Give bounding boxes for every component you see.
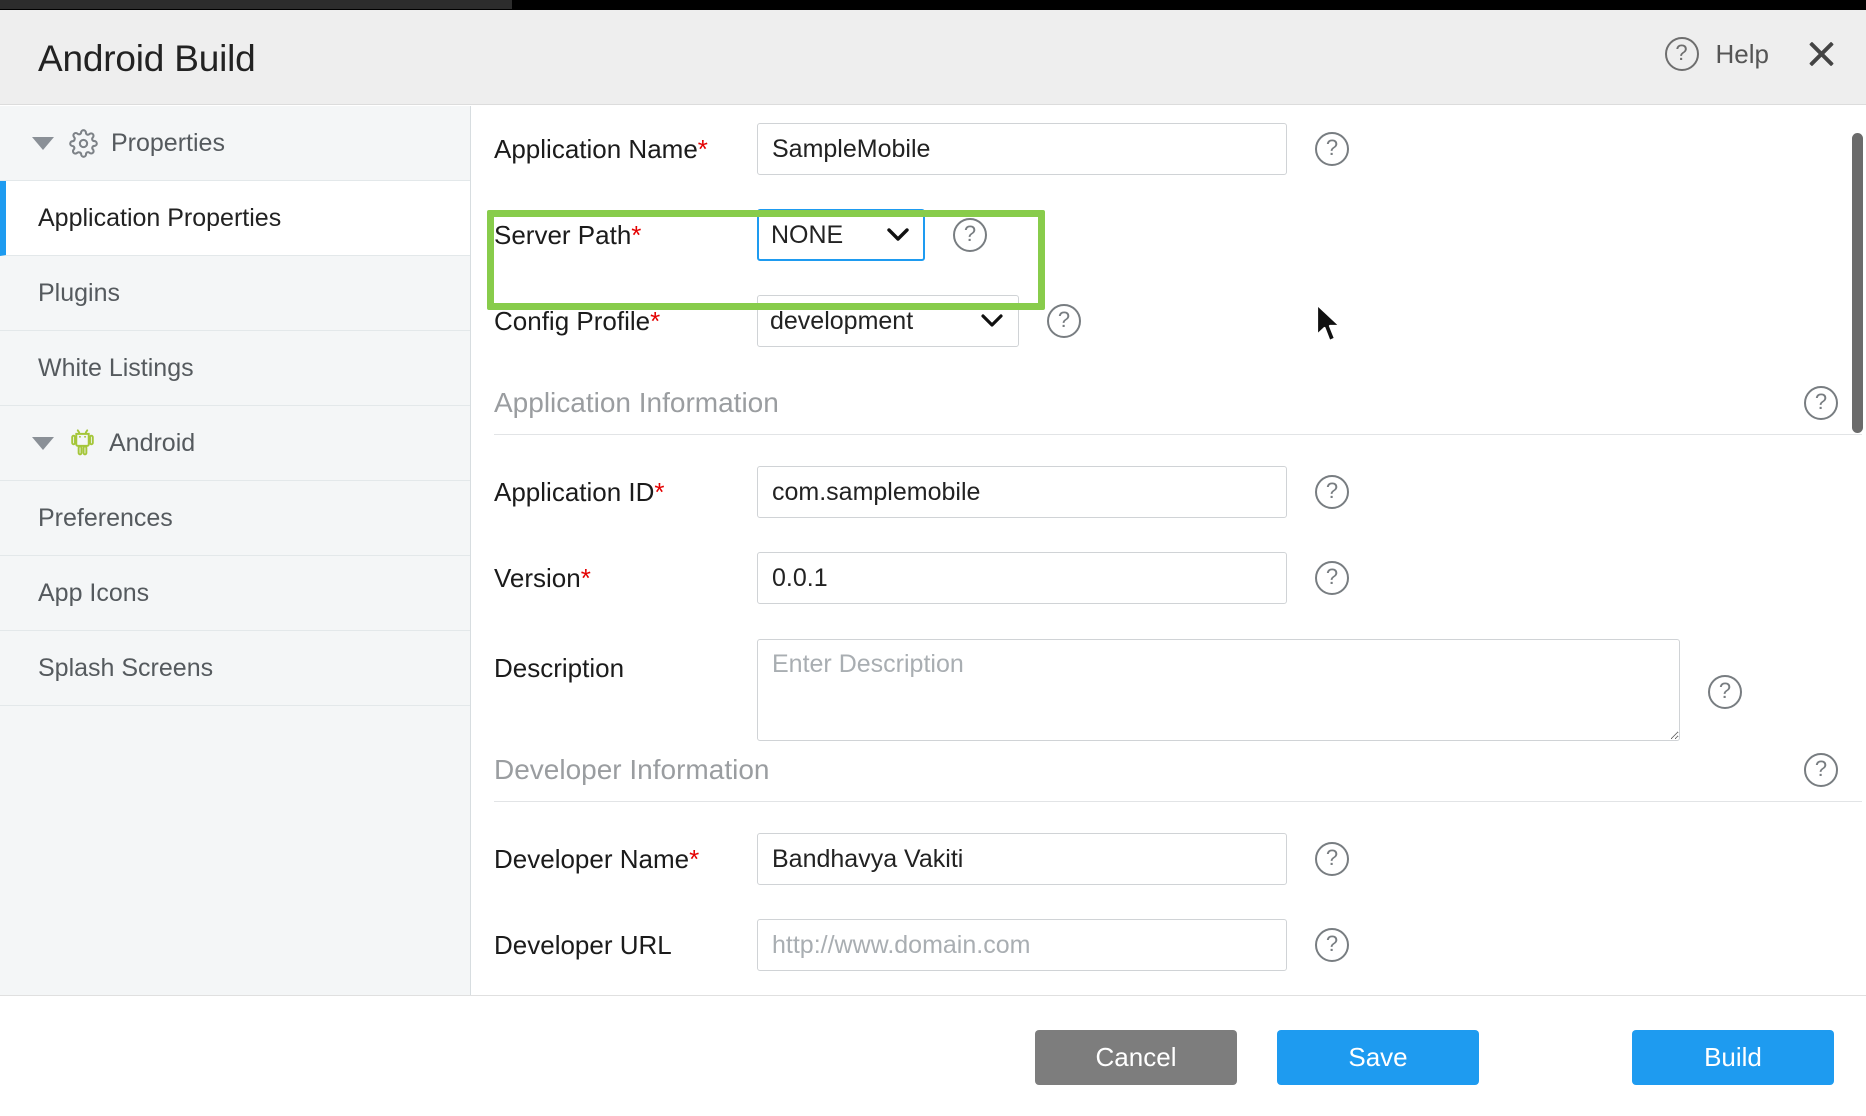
android-build-dialog: Android Build ? Help Properties Applicat… xyxy=(0,0,1866,1116)
sidebar-item-label: Plugins xyxy=(38,279,120,308)
field-row-developer-name: Developer Name* ? xyxy=(472,816,1866,902)
chevron-down-icon xyxy=(32,137,54,150)
sidebar-item-label: Android xyxy=(109,429,195,458)
server-path-select[interactable]: NONE xyxy=(757,209,925,261)
section-header: Application Information ? xyxy=(494,386,1866,434)
header-actions: ? Help xyxy=(1665,37,1838,71)
sidebar-item-preferences[interactable]: Preferences xyxy=(0,481,470,556)
sidebar-item-label: Application Properties xyxy=(38,204,281,233)
gear-icon xyxy=(69,129,98,158)
section-developer-information: Developer Information ? xyxy=(472,753,1866,802)
form-panel: Application Name* ? Server Path* NONE xyxy=(472,106,1866,995)
android-icon xyxy=(69,428,96,458)
dialog-footer: Cancel Save Build xyxy=(0,995,1866,1116)
field-row-version: Version* ? xyxy=(472,535,1866,621)
label-text: Config Profile xyxy=(494,306,650,336)
developer-name-input[interactable] xyxy=(757,833,1287,885)
section-header: Developer Information ? xyxy=(494,753,1866,801)
help-button[interactable]: Help xyxy=(1716,39,1769,70)
required-asterisk: * xyxy=(650,306,660,336)
sidebar[interactable]: Properties Application Properties Plugin… xyxy=(0,106,471,1006)
sidebar-item-label: Properties xyxy=(111,129,225,158)
developer-name-label: Developer Name* xyxy=(494,844,757,875)
required-asterisk: * xyxy=(631,220,641,250)
section-title: Application Information xyxy=(494,387,779,419)
application-id-help-icon[interactable]: ? xyxy=(1315,475,1349,509)
developer-name-help-icon[interactable]: ? xyxy=(1315,842,1349,876)
field-row-config-profile: Config Profile* development ? xyxy=(472,278,1866,364)
required-asterisk: * xyxy=(654,477,664,507)
config-profile-select[interactable]: development xyxy=(757,295,1019,347)
section-divider xyxy=(494,801,1862,802)
description-help-icon[interactable]: ? xyxy=(1708,675,1742,709)
required-asterisk: * xyxy=(689,844,699,874)
label-text: Version xyxy=(494,563,581,593)
sidebar-item-label: App Icons xyxy=(38,579,149,608)
sidebar-item-label: White Listings xyxy=(38,354,194,383)
section-title: Developer Information xyxy=(494,754,769,786)
scrollbar-thumb[interactable] xyxy=(1852,133,1863,433)
sidebar-item-properties[interactable]: Properties xyxy=(0,106,470,181)
config-profile-label: Config Profile* xyxy=(494,306,757,337)
sidebar-item-splash-screens[interactable]: Splash Screens xyxy=(0,631,470,706)
server-path-select-wrapper: NONE xyxy=(757,209,925,261)
sidebar-item-label: Preferences xyxy=(38,504,173,533)
help-question-circle-icon[interactable]: ? xyxy=(1665,37,1699,71)
field-row-application-id: Application ID* ? xyxy=(472,449,1866,535)
sidebar-item-android[interactable]: Android xyxy=(0,406,470,481)
config-profile-select-wrapper: development xyxy=(757,295,1019,347)
section-divider xyxy=(494,434,1862,435)
label-text: Server Path xyxy=(494,220,631,250)
sidebar-item-plugins[interactable]: Plugins xyxy=(0,256,470,331)
os-top-strip-left xyxy=(0,0,512,9)
field-row-description: Description ? xyxy=(472,621,1866,739)
application-information-help-icon[interactable]: ? xyxy=(1804,386,1838,420)
application-properties-form: Application Name* ? Server Path* NONE xyxy=(472,106,1866,988)
field-row-developer-url: Developer URL ? xyxy=(472,902,1866,988)
version-input[interactable] xyxy=(757,552,1287,604)
field-row-server-path: Server Path* NONE ? xyxy=(472,192,1866,278)
label-text: Description xyxy=(494,653,624,683)
sidebar-item-white-listings[interactable]: White Listings xyxy=(0,331,470,406)
version-help-icon[interactable]: ? xyxy=(1315,561,1349,595)
required-asterisk: * xyxy=(698,134,708,164)
dialog-header: Android Build ? Help xyxy=(0,10,1866,105)
chevron-down-icon xyxy=(32,437,54,450)
label-text: Application ID xyxy=(494,477,654,507)
application-name-help-icon[interactable]: ? xyxy=(1315,132,1349,166)
cancel-button[interactable]: Cancel xyxy=(1035,1030,1237,1085)
developer-information-help-icon[interactable]: ? xyxy=(1804,753,1838,787)
page-title: Android Build xyxy=(38,38,256,80)
application-name-input[interactable] xyxy=(757,123,1287,175)
application-id-input[interactable] xyxy=(757,466,1287,518)
label-text: Developer Name xyxy=(494,844,689,874)
config-profile-help-icon[interactable]: ? xyxy=(1047,304,1081,338)
developer-url-label: Developer URL xyxy=(494,930,757,961)
developer-url-input[interactable] xyxy=(757,919,1287,971)
close-icon[interactable] xyxy=(1804,37,1838,71)
application-id-label: Application ID* xyxy=(494,477,757,508)
build-button[interactable]: Build xyxy=(1632,1030,1834,1085)
save-button[interactable]: Save xyxy=(1277,1030,1479,1085)
sidebar-item-application-properties[interactable]: Application Properties xyxy=(0,181,470,256)
server-path-label: Server Path* xyxy=(494,220,757,251)
section-application-information: Application Information ? xyxy=(472,386,1866,435)
description-textarea[interactable] xyxy=(757,639,1680,741)
server-path-help-icon[interactable]: ? xyxy=(953,218,987,252)
os-top-strip xyxy=(0,0,1866,10)
label-text: Developer URL xyxy=(494,930,672,960)
description-label: Description xyxy=(494,639,757,684)
sidebar-item-app-icons[interactable]: App Icons xyxy=(0,556,470,631)
application-name-label: Application Name* xyxy=(494,134,757,165)
sidebar-item-label: Splash Screens xyxy=(38,654,213,683)
required-asterisk: * xyxy=(581,563,591,593)
version-label: Version* xyxy=(494,563,757,594)
developer-url-help-icon[interactable]: ? xyxy=(1315,928,1349,962)
field-row-application-name: Application Name* ? xyxy=(472,106,1866,192)
label-text: Application Name xyxy=(494,134,698,164)
